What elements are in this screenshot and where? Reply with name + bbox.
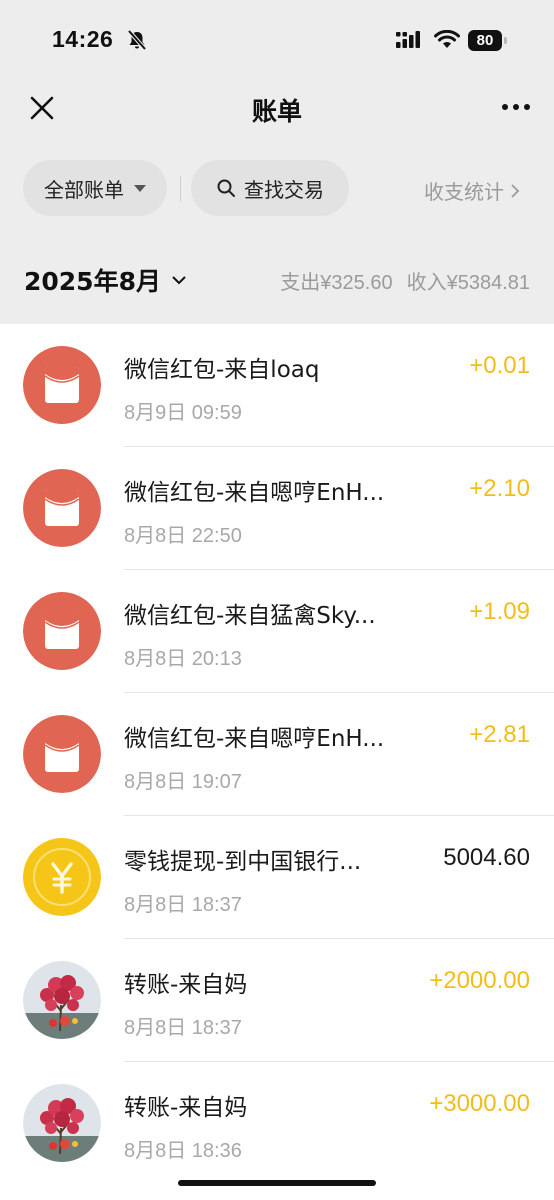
transaction-title: 微信红包-来自loaq: [124, 357, 320, 383]
transaction-item[interactable]: 转账-来自妈 8月8日 18:36 +3000.00: [0, 1062, 554, 1185]
red-packet-icon: [23, 346, 101, 424]
chevron-right-icon: [511, 183, 520, 198]
transaction-time: 8月8日 22:50: [124, 525, 242, 547]
all-bills-label: 全部账单: [44, 177, 124, 202]
month-income: 收入¥5384.81: [406, 272, 530, 294]
search-icon: [217, 179, 235, 197]
month-expense: 支出¥325.60: [280, 272, 393, 294]
contact-avatar: [23, 961, 101, 1039]
stats-label: 收支统计: [424, 180, 504, 204]
transaction-amount: +2.10: [469, 475, 530, 502]
transaction-item[interactable]: 微信红包-来自猛禽Sky... 8月8日 20:13 +1.09: [0, 570, 554, 693]
chevron-down-icon: [172, 276, 186, 285]
nav-bar: 账单: [0, 82, 554, 134]
bell-muted-icon: [127, 29, 147, 51]
contact-avatar: [23, 1084, 101, 1162]
transaction-item[interactable]: 零钱提现-到中国银行... 8月8日 18:37 5004.60: [0, 816, 554, 939]
transaction-list: 微信红包-来自loaq 8月9日 09:59 +0.01 微信红包-来自嗯哼En…: [0, 324, 554, 1200]
yuan-coin-icon: [23, 838, 101, 916]
month-selector[interactable]: 2025年8月: [24, 262, 187, 298]
more-icon[interactable]: [498, 92, 534, 122]
battery-icon: 80: [468, 30, 502, 51]
transaction-title: 微信红包-来自嗯哼EnH...: [124, 726, 385, 752]
transaction-time: 8月8日 18:37: [124, 894, 242, 916]
wifi-icon: [434, 30, 460, 48]
red-packet-icon: [23, 469, 101, 547]
transaction-amount: +1.09: [469, 598, 530, 625]
transaction-amount: +2.81: [469, 721, 530, 748]
transaction-item[interactable]: 微信红包-来自loaq 8月9日 09:59 +0.01: [0, 324, 554, 447]
transaction-amount: +3000.00: [429, 1090, 530, 1117]
transaction-amount: 5004.60: [443, 844, 530, 871]
transaction-time: 8月8日 19:07: [124, 771, 242, 793]
transaction-title: 转账-来自妈: [124, 1095, 248, 1121]
transaction-title: 微信红包-来自猛禽Sky...: [124, 603, 376, 629]
month-label: 2025年8月: [24, 267, 161, 296]
red-packet-icon: [23, 592, 101, 670]
transaction-time: 8月9日 09:59: [124, 402, 242, 424]
signal-icon: [396, 31, 420, 48]
transaction-time: 8月8日 18:36: [124, 1140, 242, 1162]
month-header: 2025年8月 支出¥325.60 收入¥5384.81: [0, 250, 554, 312]
transaction-time: 8月8日 20:13: [124, 648, 242, 670]
close-icon[interactable]: [24, 90, 60, 126]
red-packet-icon: [23, 715, 101, 793]
filter-divider: [180, 176, 181, 202]
search-transactions-button[interactable]: 查找交易: [191, 160, 349, 216]
transaction-item[interactable]: 微信红包-来自嗯哼EnH... 8月8日 22:50 +2.10: [0, 447, 554, 570]
battery-tip: [504, 37, 507, 44]
transaction-amount: +2000.00: [429, 967, 530, 994]
transaction-time: 8月8日 18:37: [124, 1017, 242, 1039]
stats-link[interactable]: 收支统计: [424, 176, 520, 205]
home-indicator[interactable]: [178, 1180, 376, 1186]
all-bills-dropdown[interactable]: 全部账单: [23, 160, 167, 216]
transaction-item[interactable]: 微信红包-来自嗯哼EnH... 8月8日 19:07 +2.81: [0, 693, 554, 816]
page-title: 账单: [251, 97, 302, 126]
transaction-item[interactable]: 转账-来自妈 8月8日 18:37 +2000.00: [0, 939, 554, 1062]
transaction-title: 转账-来自妈: [124, 972, 248, 998]
search-label: 查找交易: [244, 177, 324, 202]
transaction-title: 零钱提现-到中国银行...: [124, 849, 362, 875]
transaction-title: 微信红包-来自嗯哼EnH...: [124, 480, 385, 506]
status-time: 14:26: [52, 26, 114, 52]
transaction-amount: +0.01: [469, 352, 530, 379]
caret-down-icon: [134, 184, 146, 192]
bill-page: 14:26 80 账单 全部账单 查找交易 收支统计 2025年8月 支出¥32…: [0, 0, 554, 1200]
month-summary: 支出¥325.60 收入¥5384.81: [280, 266, 530, 295]
filter-row: 全部账单 查找交易 收支统计: [0, 160, 554, 216]
status-bar: 14:26 80: [0, 0, 554, 82]
